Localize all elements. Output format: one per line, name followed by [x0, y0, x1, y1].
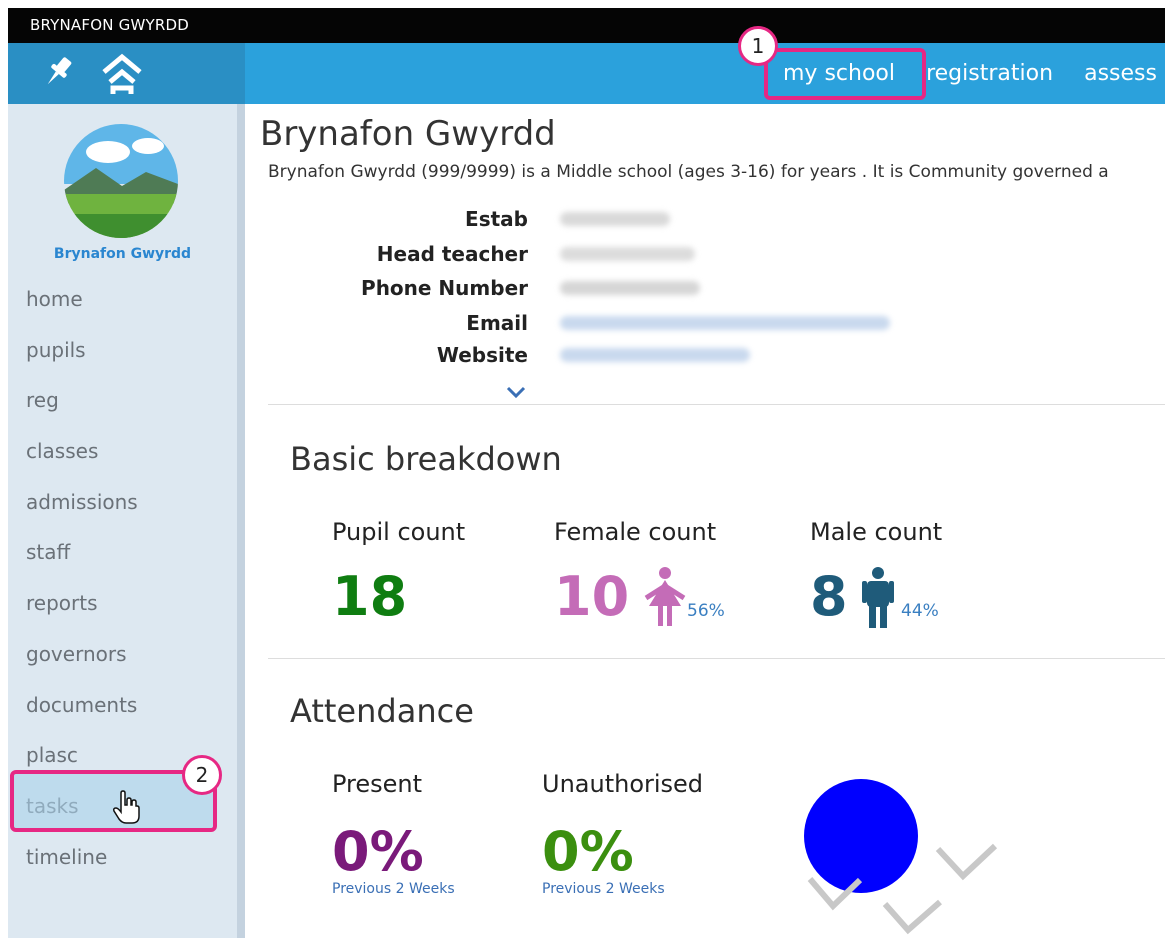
logo-name: Brynafon Gwyrdd	[53, 246, 192, 262]
app-title: BRYNAFON GWYRDD	[30, 16, 189, 34]
sidebar-item-pupils[interactable]: pupils	[26, 335, 226, 386]
pin-icon[interactable]	[38, 52, 78, 96]
annotation-marker-2: 2	[182, 755, 222, 795]
present-value: 0%	[332, 820, 424, 883]
male-count-value: 8	[810, 565, 848, 628]
section-divider	[268, 658, 1165, 659]
pupil-count-value: 18	[332, 565, 408, 628]
home-icon[interactable]	[100, 52, 144, 100]
attendance-title: Attendance	[290, 692, 474, 730]
top-nav-bar: my school registration assess	[8, 43, 1165, 104]
female-icon	[642, 566, 688, 634]
present-label: Present	[332, 770, 423, 798]
info-label-phone: Phone Number	[361, 276, 528, 300]
annotation-marker-1: 1	[738, 26, 778, 66]
sidebar-item-classes[interactable]: classes	[26, 436, 226, 487]
unauthorised-period-link[interactable]: Previous 2 Weeks	[542, 881, 665, 897]
nav-registration[interactable]: registration	[926, 58, 1053, 90]
sidebar-item-governors[interactable]: governors	[26, 639, 226, 690]
sidebar-item-reg[interactable]: reg	[26, 385, 226, 436]
male-icon	[860, 566, 896, 634]
website-value-redacted[interactable]	[560, 348, 750, 362]
sidebar-item-documents[interactable]: documents	[26, 690, 226, 741]
female-count-label: Female count	[554, 518, 717, 546]
hand-cursor-icon	[112, 790, 142, 830]
male-count-label: Male count	[810, 518, 943, 546]
unauthorised-label: Unauthorised	[542, 770, 704, 798]
info-label-email: Email	[466, 311, 528, 335]
pupil-count-label: Pupil count	[332, 518, 466, 546]
present-period-link[interactable]: Previous 2 Weeks	[332, 881, 455, 897]
female-count-value: 10	[554, 565, 630, 628]
nav-assess[interactable]: assess	[1084, 58, 1157, 90]
sidebar-item-admissions[interactable]: admissions	[26, 487, 226, 538]
attendance-chart-circle	[804, 779, 918, 893]
attendance-chart	[800, 774, 1020, 938]
section-divider	[268, 404, 1165, 405]
title-bar: BRYNAFON GWYRDD	[8, 8, 1165, 43]
check-mark-icon	[882, 899, 942, 935]
check-mark-icon	[935, 843, 998, 881]
unauthorised-value: 0%	[542, 820, 634, 883]
head-teacher-value-redacted	[560, 247, 695, 261]
sidebar-item-staff[interactable]: staff	[26, 537, 226, 588]
school-logo	[64, 124, 178, 238]
male-percentage: 44%	[901, 601, 939, 621]
school-summary: Brynafon Gwyrdd (999/9999) is a Middle s…	[268, 162, 1109, 182]
female-percentage: 56%	[687, 601, 725, 621]
page-title: Brynafon Gwyrdd	[260, 114, 556, 154]
phone-value-redacted	[560, 281, 700, 295]
nav-tools	[8, 43, 245, 104]
sidebar-item-home[interactable]: home	[26, 284, 226, 335]
info-label-head-teacher: Head teacher	[376, 242, 528, 266]
email-value-redacted[interactable]	[560, 316, 890, 330]
breakdown-title: Basic breakdown	[290, 440, 562, 478]
info-label-website: Website	[436, 343, 528, 367]
my-school-highlight	[764, 48, 926, 100]
main-content: Brynafon Gwyrdd Brynafon Gwyrdd (999/999…	[260, 104, 1165, 938]
estab-value-redacted	[560, 212, 670, 226]
info-label-estab: Estab	[465, 207, 528, 231]
sidebar-item-reports[interactable]: reports	[26, 588, 226, 639]
chevron-down-icon[interactable]	[506, 384, 526, 403]
sidebar-item-timeline[interactable]: timeline	[26, 842, 226, 893]
